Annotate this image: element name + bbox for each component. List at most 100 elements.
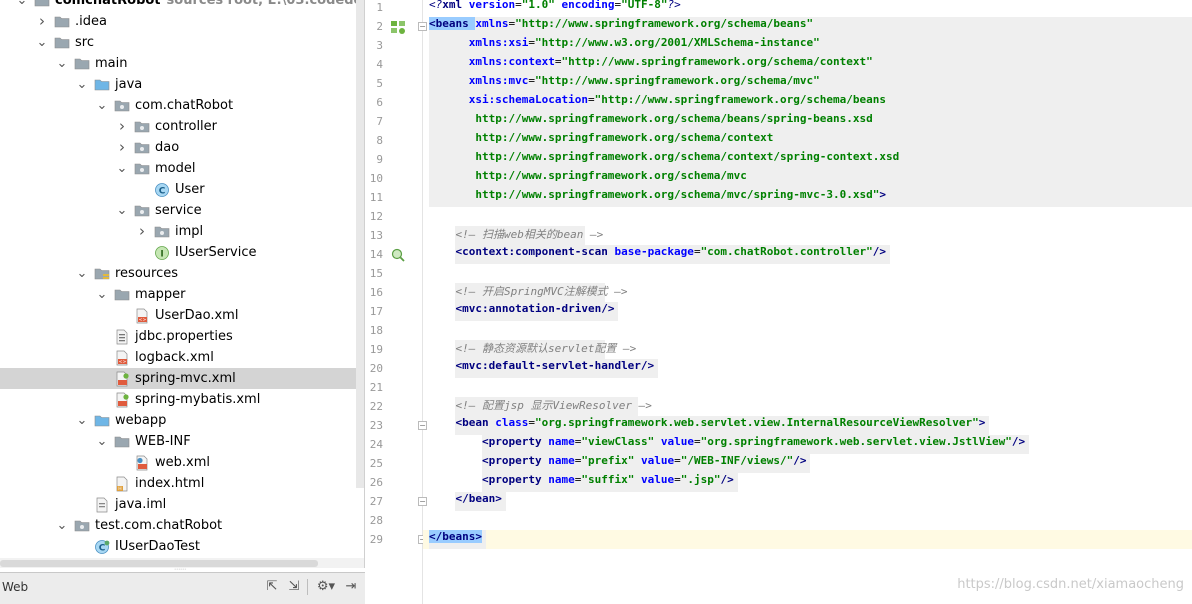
code-line[interactable] [423,207,1192,226]
tree-row[interactable]: › dao [0,137,364,158]
code-line[interactable]: http://www.springframework.org/schema/mv… [423,188,1192,207]
tree-row[interactable]: <> UserDao.xml [0,305,364,326]
code-line[interactable]: <bean class="org.springframework.web.ser… [423,416,1192,435]
chevron-down-icon[interactable]: ⌄ [96,431,108,452]
code-line[interactable]: <property name="suffix" value=".jsp"/> [423,473,1192,492]
tree-row[interactable]: I IUserService [0,242,364,263]
settings-button[interactable]: ⚙▾ [314,578,338,596]
code-text: <beans xmlns="http://www.springframework… [429,17,814,30]
code-line[interactable] [423,378,1192,397]
tree-row[interactable]: › .idea [0,11,364,32]
code-line[interactable] [423,321,1192,340]
chevron-down-icon[interactable]: ⌄ [76,410,88,431]
tree-row[interactable]: ⌄ model [0,158,364,179]
web-folder-icon [94,413,110,429]
code-line[interactable]: <!— 配置jsp 显示ViewResolver —> [423,397,1192,416]
code-text: http://www.springframework.org/schema/mv… [475,169,747,182]
code-line[interactable]: xmlns:context="http://www.springframewor… [423,55,1192,74]
code-line[interactable]: xmlns:xsi="http://www.w3.org/2001/XMLSch… [423,36,1192,55]
tree-row[interactable]: jdbc.properties [0,326,364,347]
chevron-down-icon[interactable]: ⌄ [76,74,88,95]
code-line[interactable]: </beans> [423,530,1192,549]
code-line[interactable]: <property name="prefix" value="/WEB-INF/… [423,454,1192,473]
chevron-right-icon[interactable]: › [136,221,148,242]
tree-row[interactable]: › impl [0,221,364,242]
tree-row[interactable]: ⌄ java [0,74,364,95]
tree-row[interactable]: web.xml [0,452,364,473]
tree-row[interactable]: ⌄ resources [0,263,364,284]
code-line[interactable]: </bean> [423,492,1192,511]
tree-row[interactable]: <> logback.xml [0,347,364,368]
chevron-down-icon[interactable]: ⌄ [16,0,28,11]
tree-row[interactable]: Hindex.html [0,473,364,494]
tree-row[interactable]: ⌄ mapper [0,284,364,305]
chevron-down-icon[interactable]: ⌄ [96,95,108,116]
expand-all-button[interactable]: ⇱ [263,578,281,596]
tree-row[interactable]: ⌄ main [0,53,364,74]
code-line[interactable]: <?xml version="1.0" encoding="UTF-8"?> [423,0,1192,17]
tree-row-label: jdbc.properties [135,329,233,344]
code-text: <!— 扫描web相关的bean —> [455,228,604,241]
code-line[interactable]: <context:component-scan base-package="co… [423,245,1192,264]
tree-row[interactable]: ⌄ com.chatRobot [0,95,364,116]
package-icon [114,98,130,114]
chevron-down-icon[interactable]: ⌄ [56,515,68,536]
chevron-down-icon[interactable]: ⌄ [116,200,128,221]
hide-panel-button[interactable]: ⇥ [342,578,360,596]
chevron-down-icon[interactable]: ⌄ [36,32,48,53]
code-line[interactable]: http://www.springframework.org/schema/be… [423,112,1192,131]
spring-beans-gutter-icon[interactable] [390,19,406,35]
chevron-right-icon[interactable]: › [36,11,48,32]
tree-row[interactable]: ⌄ comchatRobotsources root, E:\03.codedem… [0,0,364,11]
code-line[interactable]: <!— 开启SpringMVC注解模式 —> [423,283,1192,302]
code-line[interactable]: <beans xmlns="http://www.springframework… [423,17,1192,36]
tree-row[interactable]: spring-mybatis.xml [0,389,364,410]
code-line[interactable]: <!— 静态资源默认servlet配置 —> [423,340,1192,359]
chevron-right-icon[interactable]: › [116,137,128,158]
code-line[interactable]: http://www.springframework.org/schema/co… [423,131,1192,150]
test-class-icon: C [94,539,110,555]
code-editor[interactable]: <?xml version="1.0" encoding="UTF-8"?> <b… [423,0,1192,604]
tree-row-label: logback.xml [135,350,214,365]
chevron-down-icon[interactable]: ⌄ [56,53,68,74]
code-line[interactable]: http://www.springframework.org/schema/co… [423,150,1192,169]
tree-row[interactable]: ⌄ WEB-INF [0,431,364,452]
tree-row-label: IUserDaoTest [115,539,200,554]
code-line[interactable]: xsi:schemaLocation="http://www.springfra… [423,93,1192,112]
tree-horizontal-scrollbar-thumb[interactable] [0,560,318,567]
line-number: 21 [369,381,383,394]
tree-row[interactable]: ⌄ test.com.chatRobot [0,515,364,536]
line-number: 25 [369,457,383,470]
code-line[interactable]: <!— 扫描web相关的bean —> [423,226,1192,245]
tree-row[interactable]: ⌄ src [0,32,364,53]
line-number: 8 [376,134,383,147]
line-number: 3 [376,39,383,52]
tree-row[interactable]: C IUserDaoTest [0,536,364,557]
tree-row[interactable]: C User [0,179,364,200]
code-line[interactable]: <mvc:annotation-driven/> [423,302,1192,321]
tree-row[interactable]: java.iml [0,494,364,515]
xml-file-icon: <> [134,308,150,324]
code-line[interactable]: <property name="viewClass" value="org.sp… [423,435,1192,454]
chevron-down-icon[interactable]: ⌄ [116,158,128,179]
navigate-to-package-gutter-icon[interactable] [390,247,406,263]
code-line[interactable] [423,511,1192,530]
tree-row[interactable]: ⌄ webapp [0,410,364,431]
tree-row[interactable]: ⌄ service [0,200,364,221]
tree-row[interactable]: › controller [0,116,364,137]
chevron-right-icon[interactable]: › [116,116,128,137]
code-line[interactable]: http://www.springframework.org/schema/mv… [423,169,1192,188]
tree-vertical-scrollbar[interactable] [356,0,364,488]
collapse-all-button[interactable]: ⇲ [285,578,303,596]
package-icon [134,119,150,135]
code-line[interactable]: <mvc:default-servlet-handler/> [423,359,1192,378]
chevron-down-icon[interactable]: ⌄ [76,263,88,284]
tree-row-label: com.chatRobot [135,98,234,113]
code-line[interactable] [423,264,1192,283]
code-text: http://www.springframework.org/schema/co… [475,131,774,144]
editor-gutter[interactable]: 1 2 3 4 5 6 7 8 9 10 11 12 13 14 15 16 17 18 19 20 21 22 23 24 2… [365,0,427,604]
tree-row[interactable]: spring-mvc.xml [0,368,364,389]
code-line[interactable]: xmlns:mvc="http://www.springframework.or… [423,74,1192,93]
chevron-down-icon[interactable]: ⌄ [96,284,108,305]
line-number: 20 [369,362,383,375]
